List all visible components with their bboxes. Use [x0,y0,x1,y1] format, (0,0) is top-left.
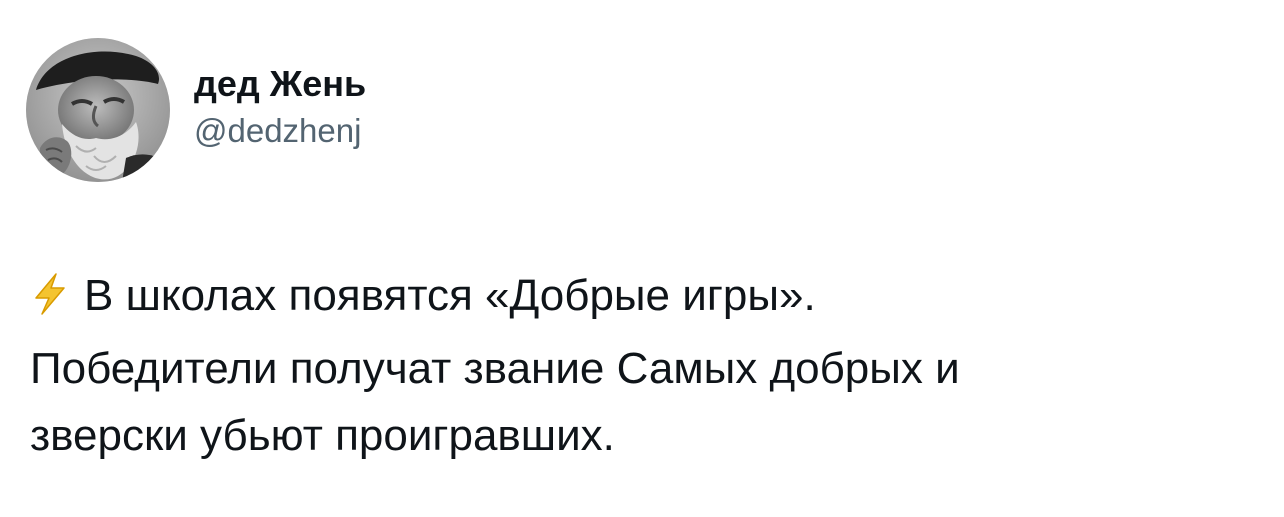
tweet-header: дед Жень @dedzhenj [26,38,366,182]
tweet-card: дед Жень @dedzhenj В школах появятся «До… [0,0,1284,517]
tweet-text: В школах появятся «Добрые игры». Победит… [30,262,1260,469]
author-names: дед Жень @dedzhenj [194,62,366,152]
tweet-text-line-1: В школах появятся «Добрые игры». [84,271,816,320]
tweet-text-line-3: зверски убьют проигравших. [30,411,615,460]
avatar[interactable] [26,38,170,182]
lightning-bolt-icon [30,268,70,335]
tweet-text-line-2: Победители получат звание Самых добрых и [30,344,960,393]
user-handle[interactable]: @dedzhenj [194,110,366,152]
tweet-text-line: В школах появятся «Добрые игры». [30,262,1260,335]
avatar-photo-icon [26,38,170,182]
display-name[interactable]: дед Жень [194,62,366,106]
